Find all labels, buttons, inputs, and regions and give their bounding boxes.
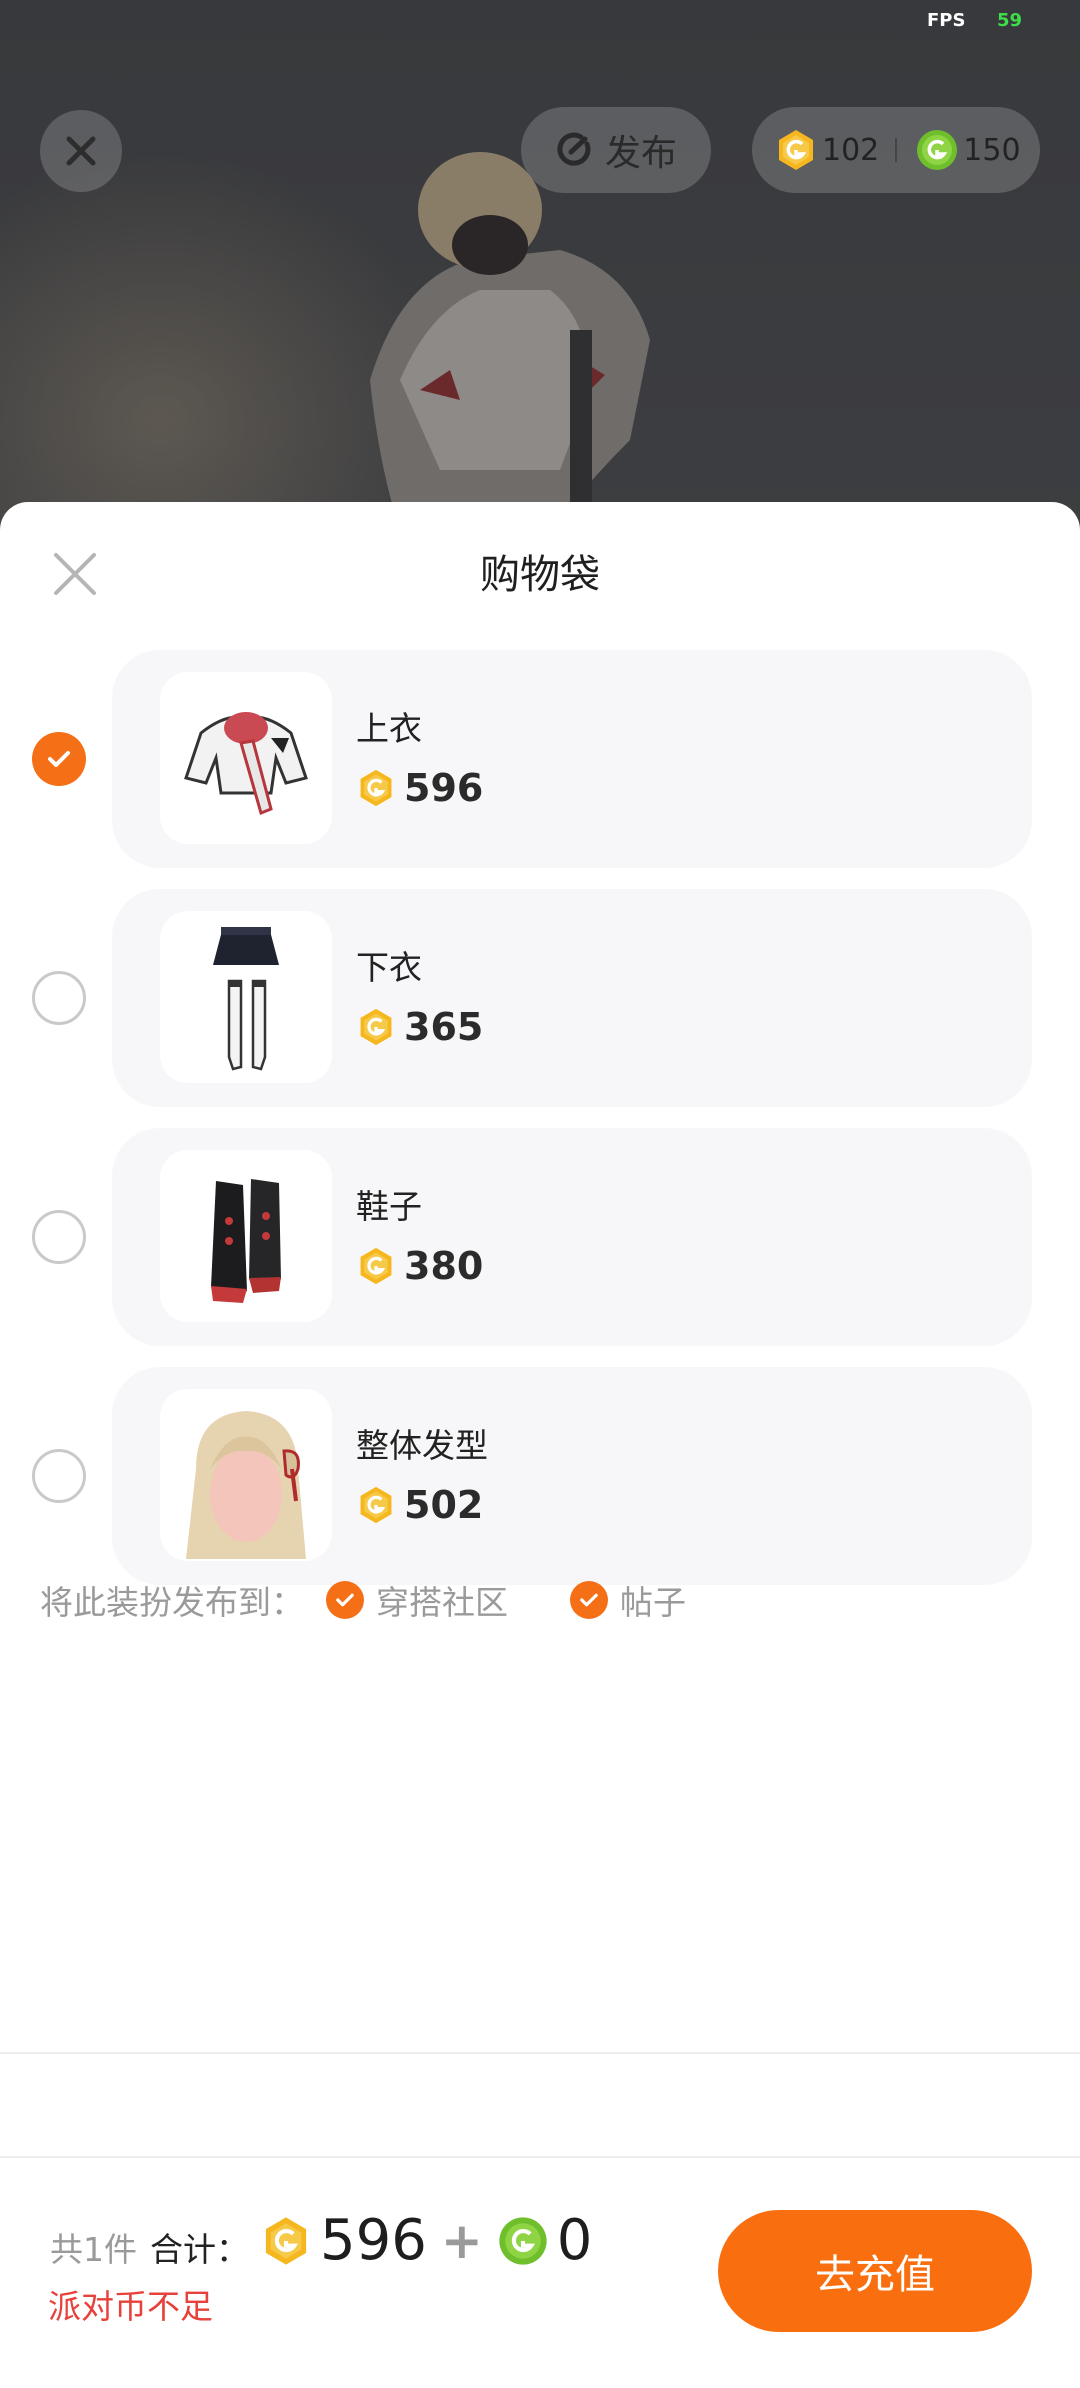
divider: [895, 138, 898, 162]
publish-button[interactable]: 发布: [521, 107, 711, 193]
checkbox-checked[interactable]: [326, 1581, 364, 1619]
item-checkbox[interactable]: [32, 971, 86, 1025]
item-card[interactable]: 上衣 596: [112, 650, 1032, 868]
game-scene-background: FPS 59 发布 102 150: [0, 0, 1080, 560]
check-icon: [580, 1593, 598, 1607]
item-thumbnail: [160, 911, 332, 1083]
item-price: 596: [356, 766, 483, 810]
insufficient-warning: 派对币不足: [48, 2287, 213, 2326]
item-price: 380: [356, 1244, 483, 1288]
currency-balance[interactable]: 102 150: [752, 107, 1040, 193]
publish-to-label: 将此装扮发布到：: [40, 1583, 304, 1622]
gold-coin-icon: [360, 1247, 392, 1285]
jacket-icon: [184, 712, 308, 816]
cart-item[interactable]: 整体发型 502: [0, 1367, 1080, 1585]
green-coin-icon: [499, 2216, 547, 2265]
item-price-value: 365: [404, 1005, 484, 1049]
skirt-stockings-icon: [213, 927, 279, 1071]
item-name: 下衣: [356, 948, 422, 987]
boots-icon: [211, 1179, 281, 1303]
item-price: 365: [356, 1005, 483, 1049]
item-name: 整体发型: [356, 1426, 488, 1465]
item-card[interactable]: 鞋子 380: [112, 1128, 1032, 1346]
recharge-button[interactable]: 去充值: [718, 2210, 1032, 2332]
item-checkbox[interactable]: [32, 1210, 86, 1264]
item-thumbnail: [160, 672, 332, 844]
plus-sign: +: [440, 2211, 483, 2270]
gold-coin-icon: [360, 1486, 392, 1524]
item-count: 共1件: [50, 2230, 137, 2269]
item-name: 上衣: [356, 709, 422, 748]
publish-option-label: 帖子: [620, 1583, 686, 1622]
publish-label: 发布: [604, 133, 677, 174]
hairstyle-icon: [186, 1411, 306, 1559]
cart-item[interactable]: 上衣 596: [0, 650, 1080, 868]
item-price: 502: [356, 1483, 483, 1527]
fps-value: 59: [997, 10, 1023, 31]
total-label: 合计：: [150, 2230, 249, 2269]
total-green: 0: [556, 2208, 593, 2273]
publish-option-community[interactable]: 穿搭社区: [326, 1576, 508, 1624]
sheet-title: 购物袋: [480, 552, 600, 598]
item-card[interactable]: 下衣 365: [112, 889, 1032, 1107]
check-icon: [48, 751, 70, 767]
item-price-value: 502: [404, 1483, 484, 1527]
green-balance: 150: [963, 132, 1021, 168]
total-gold: 596: [320, 2208, 427, 2273]
gold-coin-icon: [360, 1008, 392, 1046]
gold-coin-icon: [779, 130, 813, 170]
item-price-value: 380: [404, 1244, 484, 1288]
publish-to-row: 将此装扮发布到： 穿搭社区 帖子: [40, 1570, 748, 1630]
exit-button[interactable]: [40, 110, 122, 192]
character-model: [370, 152, 650, 560]
item-checkbox[interactable]: [32, 1449, 86, 1503]
close-icon: [66, 136, 96, 166]
publish-icon: [557, 132, 591, 166]
shopping-bag-sheet: 购物袋 上衣 596 下衣 365 鞋子 380 整体发型 502: [0, 502, 1080, 2388]
gold-coin-icon: [265, 2216, 307, 2265]
divider: [0, 2156, 1080, 2158]
item-thumbnail: [160, 1389, 332, 1561]
check-icon: [336, 1593, 354, 1607]
total-price: 596 + 0: [260, 2208, 592, 2273]
divider: [0, 2052, 1080, 2054]
publish-option-label: 穿搭社区: [376, 1583, 508, 1622]
green-coin-icon: [917, 130, 958, 170]
item-price-value: 596: [404, 766, 484, 810]
item-card[interactable]: 整体发型 502: [112, 1367, 1032, 1585]
gold-balance: 102: [822, 132, 880, 168]
gold-coin-icon: [360, 769, 392, 807]
item-checkbox[interactable]: [32, 732, 86, 786]
cart-item[interactable]: 下衣 365: [0, 889, 1080, 1107]
cart-item[interactable]: 鞋子 380: [0, 1128, 1080, 1346]
item-name: 鞋子: [356, 1187, 422, 1226]
fps-label: FPS: [927, 10, 966, 31]
publish-option-post[interactable]: 帖子: [570, 1576, 686, 1624]
item-thumbnail: [160, 1150, 332, 1322]
checkbox-checked[interactable]: [570, 1581, 608, 1619]
